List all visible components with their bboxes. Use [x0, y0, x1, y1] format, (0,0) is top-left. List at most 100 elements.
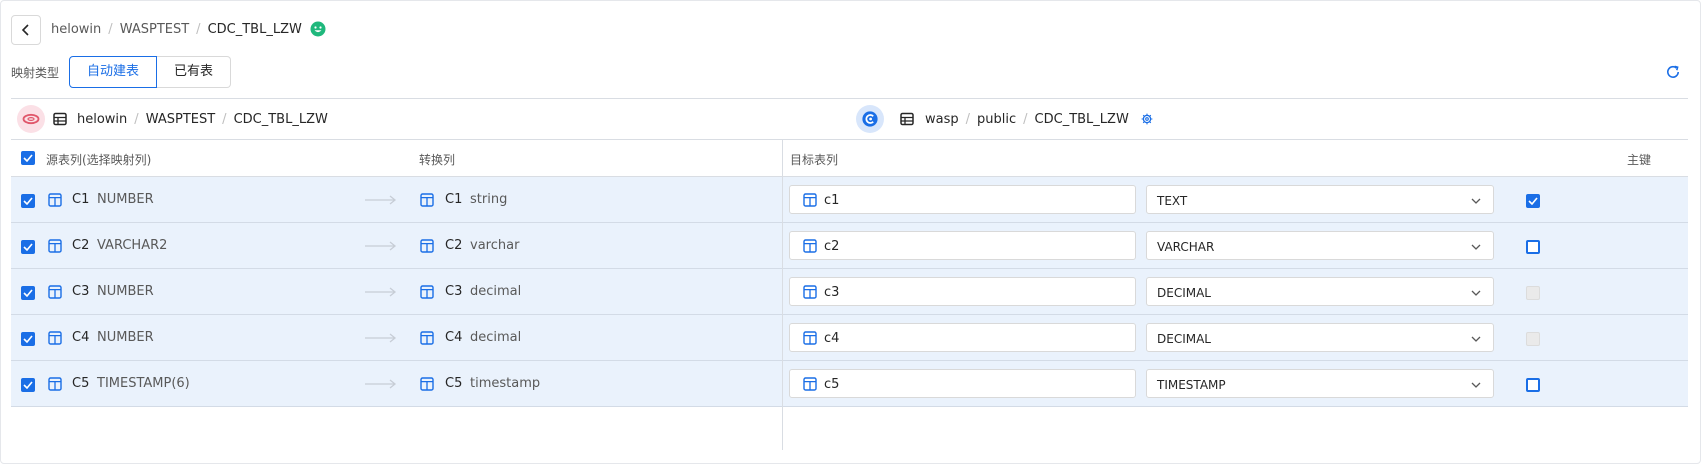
convert-column-type: string	[470, 192, 508, 207]
source-column-type: NUMBER	[97, 284, 154, 299]
column-divider	[782, 140, 783, 450]
breadcrumb-item-current: CDC_TBL_LZW	[207, 21, 302, 37]
convert-column-name: C3	[445, 284, 463, 299]
column-icon	[420, 331, 434, 345]
mapping-type-label: 映射类型	[11, 66, 60, 80]
source-column-name: C2	[72, 238, 90, 253]
target-table-path: wasp / public / CDC_TBL_LZW	[925, 112, 1129, 127]
source-column-name: C3	[72, 284, 90, 299]
back-button[interactable]	[11, 15, 41, 45]
column-icon	[420, 377, 434, 391]
source-column-name: C4	[72, 330, 90, 345]
column-header-target: 目标表列	[790, 153, 839, 167]
column-icon	[420, 285, 434, 299]
path-separator: /	[222, 112, 227, 127]
target-type-select[interactable]: TIMESTAMP	[1146, 369, 1494, 398]
table-row: C3 NUMBER C3 decimal c3 DECIMAL	[11, 269, 1688, 315]
target-type-select[interactable]: DECIMAL	[1146, 277, 1494, 306]
breadcrumb: helowin / WASPTEST / CDC_TBL_LZW	[51, 21, 326, 37]
postgres-icon	[856, 105, 884, 133]
row-select-checkbox[interactable]	[21, 194, 35, 208]
mapping-type-selector: 自动建表 已有表	[69, 56, 232, 88]
row-select-checkbox[interactable]	[21, 332, 35, 346]
source-column-type: TIMESTAMP(6)	[97, 376, 190, 391]
path-item: wasp	[925, 112, 959, 127]
target-type-value: DECIMAL	[1157, 286, 1211, 300]
select-all-checkbox[interactable]	[21, 151, 35, 165]
convert-column-type: decimal	[470, 284, 522, 299]
primary-key-checkbox[interactable]	[1526, 240, 1540, 254]
row-select-checkbox[interactable]	[21, 240, 35, 254]
table-row: C2 VARCHAR2 C2 varchar c2 VARCHAR	[11, 223, 1688, 269]
breadcrumb-item[interactable]: helowin	[51, 22, 101, 37]
column-header-convert: 转换列	[419, 153, 456, 167]
checkmark-icon	[23, 335, 33, 343]
table-row: C4 NUMBER C4 decimal c4 DECIMAL	[11, 315, 1688, 361]
column-header-primary-key: 主键	[1627, 153, 1652, 167]
arrow-right-icon	[365, 241, 397, 251]
target-type-select[interactable]: VARCHAR	[1146, 231, 1494, 260]
row-select-checkbox[interactable]	[21, 378, 35, 392]
column-icon	[420, 193, 434, 207]
path-item: WASPTEST	[145, 112, 216, 127]
chevron-down-icon	[1471, 244, 1481, 250]
breadcrumb-separator: /	[196, 21, 201, 37]
target-type-select[interactable]: TEXT	[1146, 185, 1494, 214]
column-header-source: 源表列(选择映射列)	[46, 153, 152, 167]
source-column-type: NUMBER	[97, 330, 154, 345]
target-column-name-input[interactable]: c1	[789, 185, 1136, 214]
target-type-value: DECIMAL	[1157, 332, 1211, 346]
target-column-name-input[interactable]: c5	[789, 369, 1136, 398]
target-column-name-input[interactable]: c3	[789, 277, 1136, 306]
mapping-option-auto-create[interactable]: 自动建表	[69, 56, 158, 88]
source-column-type: NUMBER	[97, 192, 154, 207]
table-source-target-header: helowin / WASPTEST / CDC_TBL_LZW wasp / …	[11, 99, 1688, 140]
target-column-name-value: c4	[824, 331, 840, 346]
primary-key-checkbox[interactable]	[1526, 194, 1540, 208]
target-column-name-input[interactable]: c2	[789, 231, 1136, 260]
table-row: C1 NUMBER C1 string c1 TEXT	[11, 177, 1688, 223]
target-type-select[interactable]: DECIMAL	[1146, 323, 1494, 352]
column-icon	[48, 377, 62, 391]
path-separator: /	[1023, 112, 1028, 127]
target-column-name-value: c5	[824, 377, 840, 392]
convert-column-name: C1	[445, 192, 463, 207]
target-column-name-value: c2	[824, 239, 840, 254]
target-column-name-value: c1	[824, 193, 840, 208]
chevron-down-icon	[1471, 198, 1481, 204]
chevron-down-icon	[1471, 382, 1481, 388]
arrow-right-icon	[365, 287, 397, 297]
column-icon	[48, 239, 62, 253]
smile-icon	[310, 21, 326, 37]
breadcrumb-item[interactable]: WASPTEST	[120, 22, 189, 37]
settings-gear-icon[interactable]	[1141, 113, 1153, 125]
path-item: CDC_TBL_LZW	[233, 112, 328, 127]
source-column-name: C1	[72, 192, 90, 207]
mapping-option-existing-table[interactable]: 已有表	[157, 56, 232, 88]
column-icon	[803, 285, 817, 299]
arrow-right-icon	[365, 333, 397, 343]
convert-column-name: C2	[445, 238, 463, 253]
row-select-checkbox[interactable]	[21, 286, 35, 300]
convert-column-type: varchar	[470, 238, 520, 253]
path-separator: /	[134, 112, 139, 127]
target-type-value: TIMESTAMP	[1157, 378, 1226, 392]
column-icon	[420, 239, 434, 253]
checkmark-icon	[1528, 197, 1538, 205]
target-column-name-input[interactable]: c4	[789, 323, 1136, 352]
primary-key-checkbox[interactable]	[1526, 378, 1540, 392]
convert-column-type: timestamp	[470, 376, 541, 391]
arrow-right-icon	[365, 379, 397, 389]
target-type-value: TEXT	[1157, 194, 1188, 208]
breadcrumb-separator: /	[108, 21, 113, 37]
checkmark-icon	[23, 289, 33, 297]
checkmark-icon	[23, 381, 33, 389]
convert-column-name: C5	[445, 376, 463, 391]
column-icon	[48, 331, 62, 345]
chevron-left-icon	[21, 24, 29, 36]
convert-column-type: decimal	[470, 330, 522, 345]
refresh-icon[interactable]	[1665, 64, 1681, 80]
target-type-value: VARCHAR	[1157, 240, 1215, 254]
column-icon	[803, 377, 817, 391]
chevron-down-icon	[1471, 336, 1481, 342]
